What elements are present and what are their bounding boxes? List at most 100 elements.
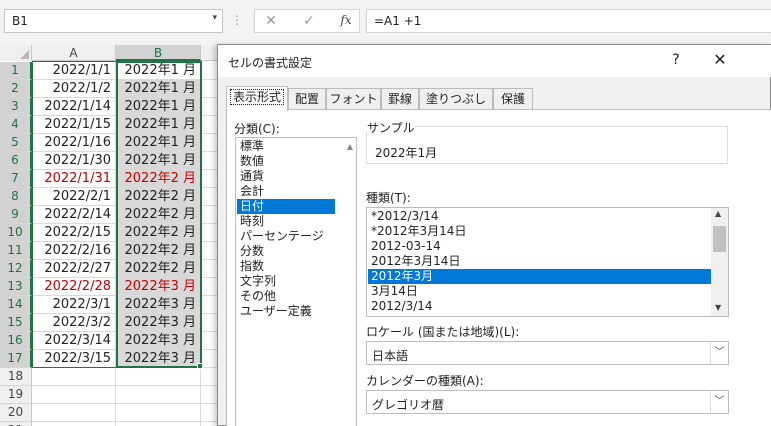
cell-b[interactable]: 2022年3 月 xyxy=(116,350,201,368)
cell-a[interactable]: 2022/3/14 xyxy=(32,332,116,350)
row-header[interactable]: 14 xyxy=(0,296,32,314)
row-header[interactable]: 4 xyxy=(0,116,32,134)
cell-b[interactable]: 2022年1 月 xyxy=(116,116,201,134)
cell-b[interactable]: 2022年3 月 xyxy=(116,332,201,350)
scroll-thumb[interactable] xyxy=(713,226,726,252)
cell-a[interactable] xyxy=(32,368,116,386)
calendar-select[interactable]: グレゴリオ暦 ﹀ xyxy=(366,390,729,414)
row-header[interactable]: 6 xyxy=(0,152,32,170)
cell-a[interactable]: 2022/3/15 xyxy=(32,350,116,368)
fill-handle[interactable] xyxy=(197,363,203,369)
row-header[interactable]: 12 xyxy=(0,260,32,278)
cell-b[interactable]: 2022年1 月 xyxy=(116,80,201,98)
cell-a[interactable]: 2022/1/15 xyxy=(32,116,116,134)
cell-b[interactable] xyxy=(116,386,201,404)
cell-a[interactable]: 2022/3/1 xyxy=(32,296,116,314)
cell-a[interactable] xyxy=(32,404,116,422)
cell-a[interactable]: 2022/2/16 xyxy=(32,242,116,260)
cell-b[interactable]: 2022年3 月 xyxy=(116,314,201,332)
category-item[interactable]: パーセンテージ xyxy=(237,229,335,244)
row-header[interactable]: 20 xyxy=(0,404,32,422)
category-item[interactable]: 分数 xyxy=(237,244,335,259)
category-item[interactable]: 指数 xyxy=(237,259,335,274)
column-header-b[interactable]: B xyxy=(116,45,201,61)
row-header[interactable]: 17 xyxy=(0,350,32,368)
cell-b[interactable]: 2022年2 月 xyxy=(116,206,201,224)
category-item[interactable]: その他 xyxy=(237,289,335,304)
cell-a[interactable]: 2022/2/27 xyxy=(32,260,116,278)
cell-b[interactable]: 2022年2 月 xyxy=(116,188,201,206)
tab-protection[interactable]: 保護 xyxy=(493,88,533,110)
row-header[interactable]: 18 xyxy=(0,368,32,386)
row-header[interactable]: 3 xyxy=(0,98,32,116)
cell-b[interactable]: 2022年2 月 xyxy=(116,260,201,278)
select-all-button[interactable] xyxy=(0,45,32,61)
cell-a[interactable] xyxy=(32,386,116,404)
cell-b[interactable]: 2022年3 月 xyxy=(116,278,201,296)
locale-select[interactable]: 日本語 ﹀ xyxy=(366,341,729,365)
category-item[interactable]: ユーザー定義 xyxy=(237,304,335,319)
row-header[interactable]: 21 xyxy=(0,422,32,426)
category-item[interactable]: 時刻 xyxy=(237,214,335,229)
enter-icon[interactable]: ✓ xyxy=(297,13,321,29)
chevron-down-icon[interactable]: ﹀ xyxy=(710,342,728,364)
cell-b[interactable] xyxy=(116,422,201,426)
cell-a[interactable]: 2022/1/16 xyxy=(32,134,116,152)
cell-a[interactable]: 2022/1/30 xyxy=(32,152,116,170)
category-item[interactable]: 標準 xyxy=(237,139,335,154)
chevron-down-icon[interactable]: ﹀ xyxy=(710,391,728,413)
row-header[interactable]: 8 xyxy=(0,188,32,206)
cell-a[interactable]: 2022/2/14 xyxy=(32,206,116,224)
cell-b[interactable] xyxy=(116,404,201,422)
type-item[interactable]: *2012/3/14 xyxy=(368,209,711,224)
type-item[interactable]: 2012/3/14 xyxy=(368,299,711,314)
row-header[interactable]: 2 xyxy=(0,80,32,98)
cell-b[interactable]: 2022年1 月 xyxy=(116,134,201,152)
tab-alignment[interactable]: 配置 xyxy=(288,88,326,110)
category-item[interactable]: 会計 xyxy=(237,184,335,199)
tab-font[interactable]: フォント xyxy=(326,88,381,110)
cell-a[interactable] xyxy=(32,422,116,426)
insert-function-button[interactable]: fx xyxy=(335,13,357,27)
row-header[interactable]: 9 xyxy=(0,206,32,224)
tab-fill[interactable]: 塗りつぶし xyxy=(419,88,493,110)
cell-b[interactable]: 2022年2 月 xyxy=(116,170,201,188)
cell-a[interactable]: 2022/2/28 xyxy=(32,278,116,296)
cell-b[interactable]: 2022年1 月 xyxy=(116,152,201,170)
cell-a[interactable]: 2022/1/31 xyxy=(32,170,116,188)
cell-a[interactable]: 2022/1/2 xyxy=(32,80,116,98)
category-item[interactable]: 通貨 xyxy=(237,169,335,184)
cell-b[interactable]: 2022年1 月 xyxy=(116,62,201,80)
type-item[interactable]: 2012年3月 xyxy=(368,269,711,284)
row-header[interactable]: 7 xyxy=(0,170,32,188)
cell-a[interactable]: 2022/2/1 xyxy=(32,188,116,206)
row-header[interactable]: 10 xyxy=(0,224,32,242)
type-item[interactable]: 2012-03-14 xyxy=(368,239,711,254)
scroll-down-icon[interactable]: ▼ xyxy=(715,303,721,312)
type-item[interactable]: 2012年3月14日 xyxy=(368,254,711,269)
chevron-down-icon[interactable]: ▾ xyxy=(212,13,217,23)
cell-b[interactable] xyxy=(116,368,201,386)
cancel-icon[interactable]: ✕ xyxy=(259,13,283,29)
tab-number[interactable]: 表示形式 xyxy=(226,86,288,111)
category-item[interactable]: 数値 xyxy=(237,154,335,169)
row-header[interactable]: 15 xyxy=(0,314,32,332)
scroll-up-icon[interactable]: ▲ xyxy=(347,142,353,151)
formula-input[interactable]: =A1 +1 xyxy=(366,9,771,33)
cell-a[interactable]: 2022/3/2 xyxy=(32,314,116,332)
close-button[interactable]: ✕ xyxy=(709,50,731,69)
scroll-up-icon[interactable]: ▲ xyxy=(715,209,721,218)
cell-a[interactable]: 2022/1/1 xyxy=(32,62,116,80)
row-header[interactable]: 16 xyxy=(0,332,32,350)
column-header-a[interactable]: A xyxy=(32,45,116,61)
row-header[interactable]: 13 xyxy=(0,278,32,296)
dialog-titlebar[interactable]: セルの書式設定 ? ✕ xyxy=(218,45,771,77)
help-button[interactable]: ? xyxy=(666,52,686,68)
cell-a[interactable]: 2022/2/15 xyxy=(32,224,116,242)
type-list[interactable]: *2012/3/14 *2012年3月14日 2012-03-14 2012年3月14… xyxy=(366,207,729,317)
row-header[interactable]: 19 xyxy=(0,386,32,404)
type-item[interactable]: 3月14日 xyxy=(368,284,711,299)
name-box[interactable]: B1 ▾ xyxy=(4,9,223,33)
cell-b[interactable]: 2022年2 月 xyxy=(116,242,201,260)
cell-b[interactable]: 2022年1 月 xyxy=(116,98,201,116)
